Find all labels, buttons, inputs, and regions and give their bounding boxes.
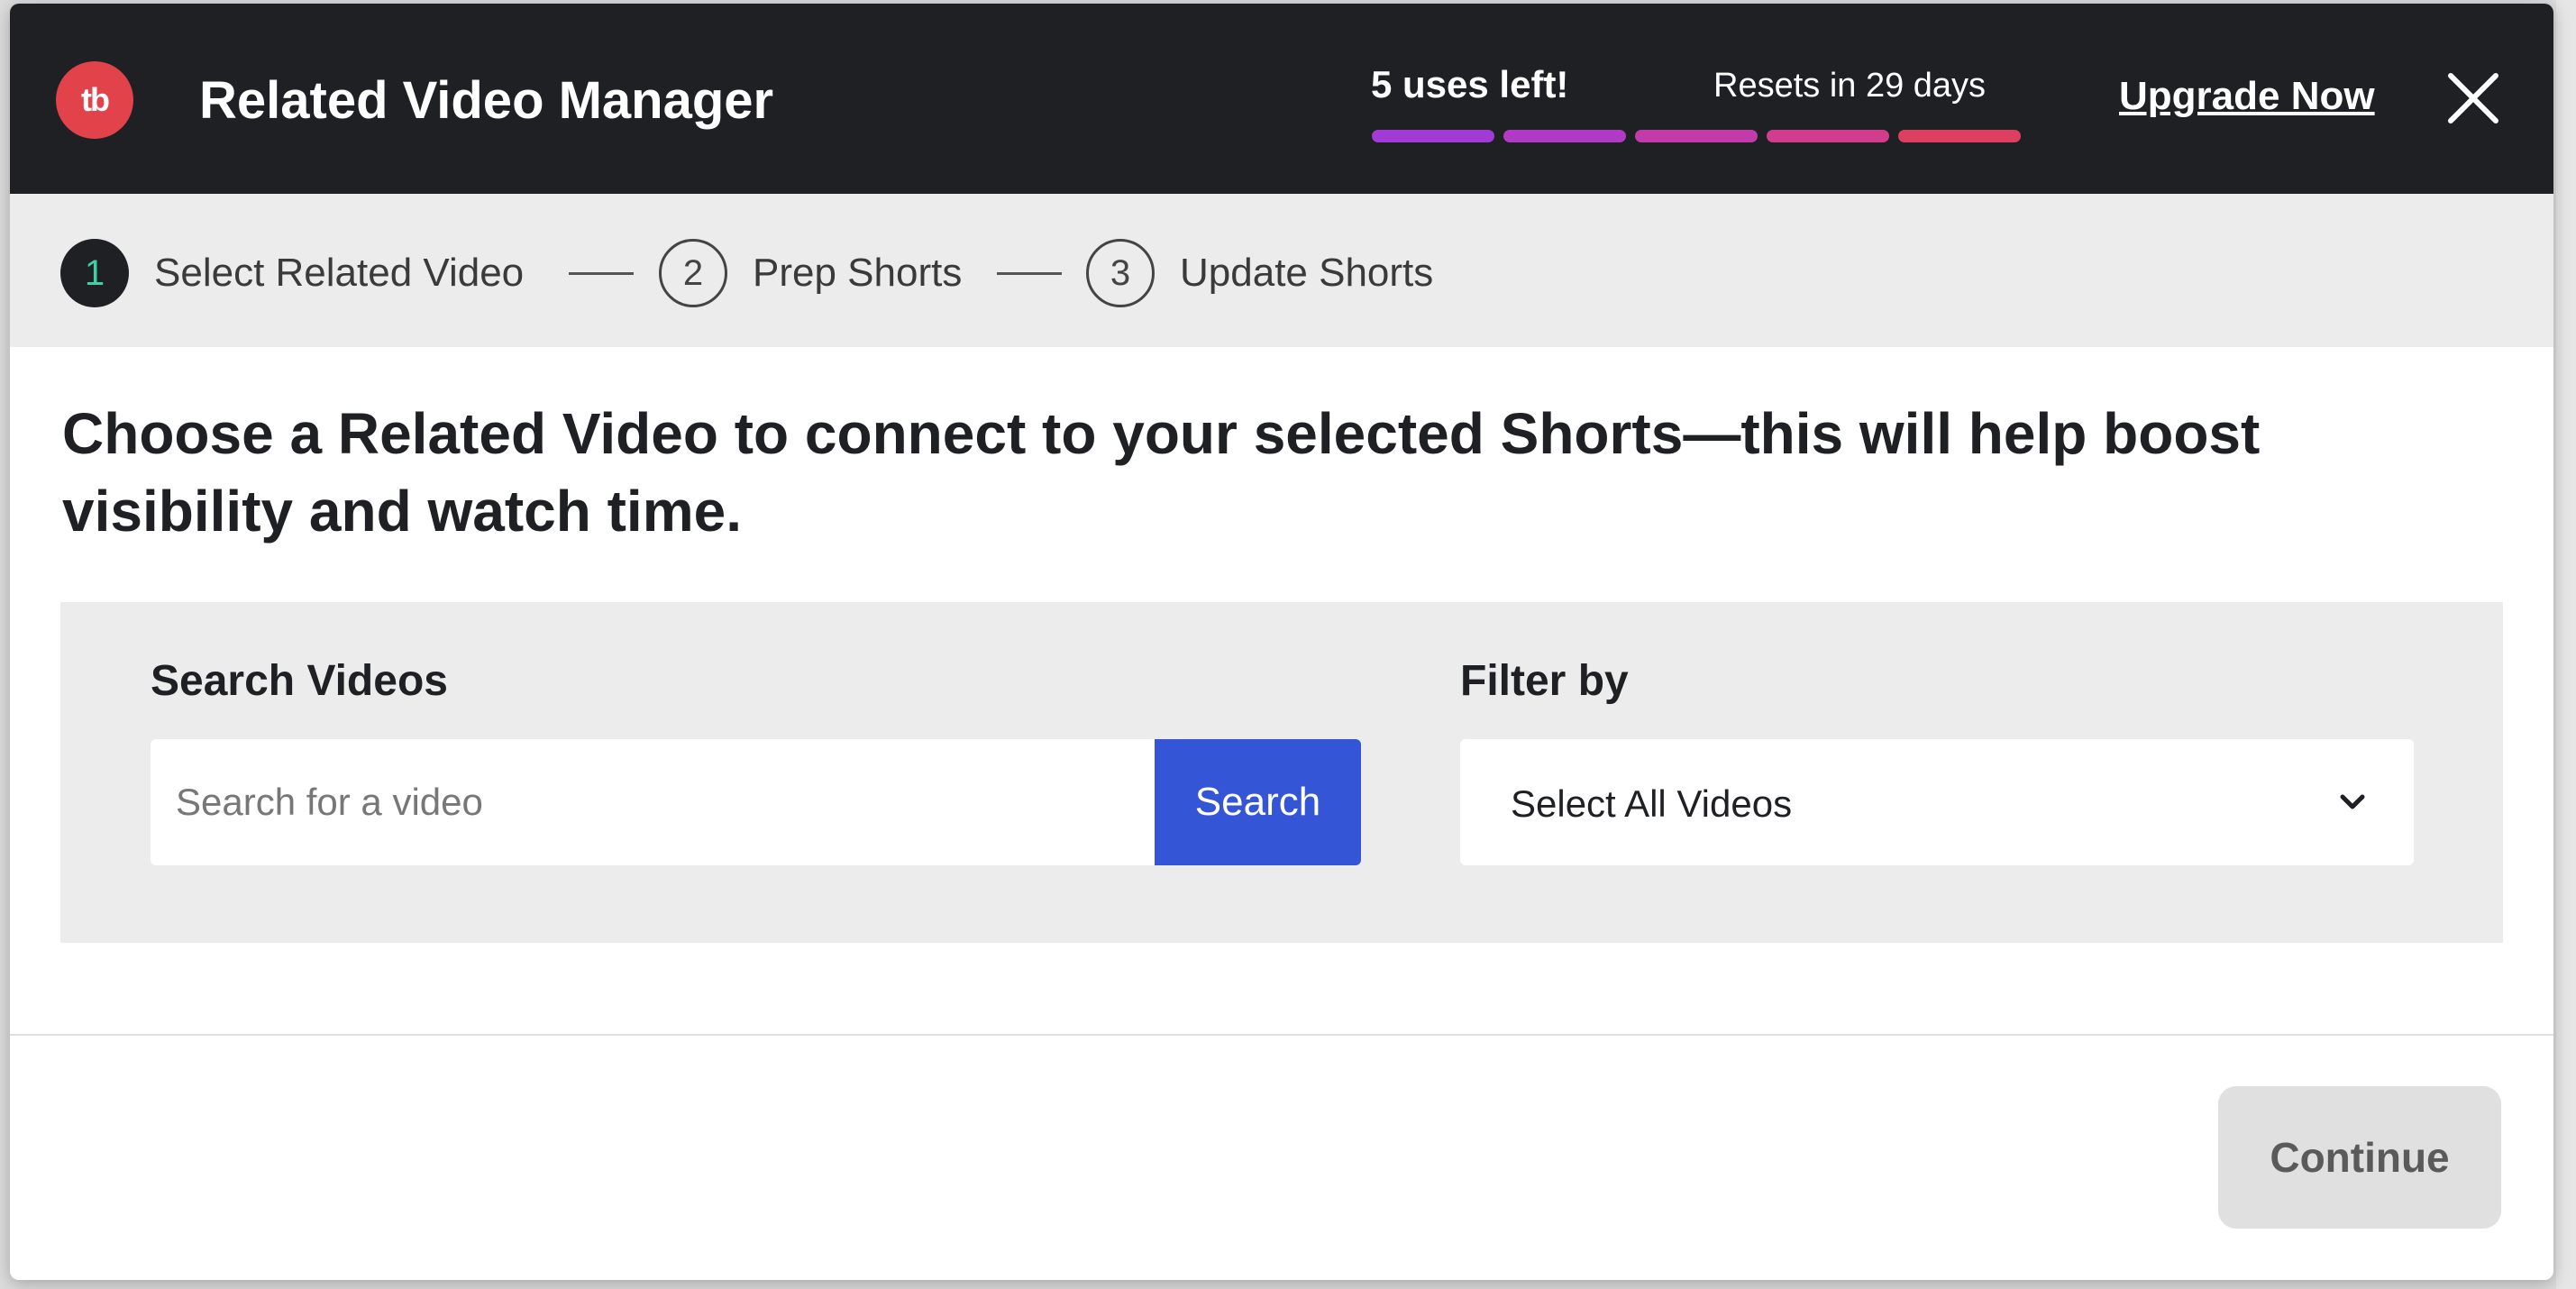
upgrade-now-link[interactable]: Upgrade Now [2119, 74, 2375, 119]
usage-segment [1767, 130, 1889, 142]
dialog-header: tb Related Video Manager 5 uses left! Re… [10, 4, 2553, 194]
chevron-down-icon [2340, 794, 2365, 809]
step-prep-shorts: 2 Prep Shorts [659, 239, 962, 307]
step-label: Update Shorts [1180, 251, 1434, 295]
usage-segment [1898, 130, 2021, 142]
close-icon [2448, 73, 2498, 123]
filter-by-label: Filter by [1460, 657, 1629, 705]
footer-divider [10, 1034, 2553, 1036]
usage-segment [1635, 130, 1758, 142]
usage-progress-bar [1372, 130, 2021, 142]
search-panel: Search Videos Search Filter by Select Al… [60, 602, 2503, 943]
related-video-manager-dialog: tb Related Video Manager 5 uses left! Re… [10, 4, 2553, 1280]
usage-segment [1503, 130, 1626, 142]
step-number: 3 [1086, 239, 1155, 307]
continue-button[interactable]: Continue [2218, 1086, 2501, 1229]
dialog-title: Related Video Manager [199, 71, 774, 130]
step-connector [997, 272, 1062, 275]
step-label: Select Related Video [154, 251, 525, 295]
search-input[interactable] [151, 739, 1155, 865]
step-select-related-video: 1 Select Related Video [60, 239, 524, 307]
search-videos-label: Search Videos [151, 657, 448, 705]
instructions-heading: Choose a Related Video to connect to you… [62, 401, 2261, 544]
step-connector [569, 272, 634, 275]
step-update-shorts: 3 Update Shorts [1086, 239, 1433, 307]
step-number: 1 [60, 239, 129, 307]
resets-label: Resets in 29 days [1713, 67, 1987, 105]
search-button[interactable]: Search [1155, 739, 1361, 865]
page-backdrop-edge [2556, 0, 2576, 1289]
step-number: 2 [659, 239, 727, 307]
logo-text: tb [81, 81, 110, 118]
tubebuddy-logo: tb [56, 61, 133, 139]
close-button[interactable] [2442, 67, 2505, 130]
filter-select[interactable]: Select All Videos [1460, 739, 2414, 865]
step-indicator: 1 Select Related Video 2 Prep Shorts 3 U… [10, 194, 2553, 347]
usage-segment [1372, 130, 1494, 142]
uses-left-label: 5 uses left! [1371, 63, 1569, 105]
filter-selected-value: Select All Videos [1511, 782, 1793, 825]
step-label: Prep Shorts [753, 251, 963, 295]
